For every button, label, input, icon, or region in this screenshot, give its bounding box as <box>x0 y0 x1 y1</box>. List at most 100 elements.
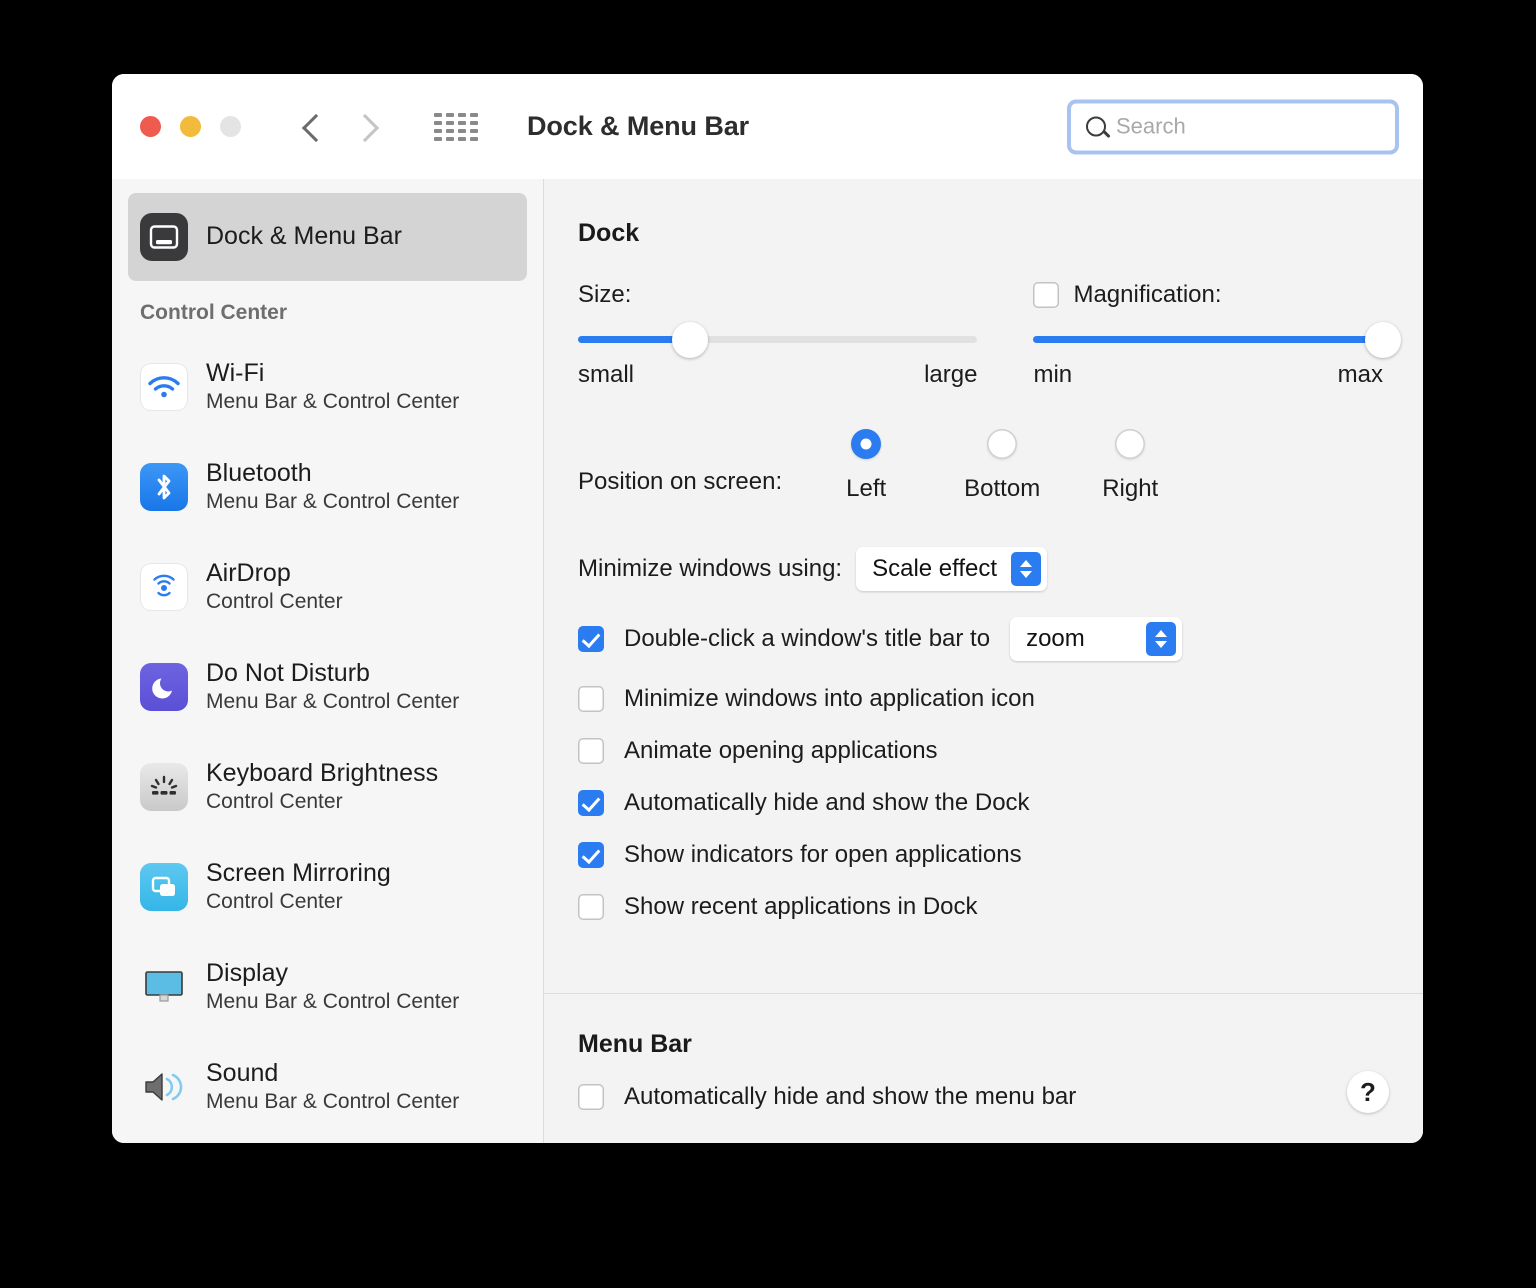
chevron-updown-icon[interactable] <box>1146 622 1176 656</box>
sidebar-item-subtitle: Menu Bar & Control Center <box>206 690 459 715</box>
search-input[interactable] <box>1116 114 1395 140</box>
sidebar-item-dock-menu-bar[interactable]: Dock & Menu Bar <box>128 193 527 281</box>
dock-magnification-slider[interactable] <box>1033 336 1383 343</box>
dock-size-slider-group: Size: small large <box>578 272 977 389</box>
sidebar-item-label: Bluetooth <box>206 459 459 489</box>
minimize-effect-value: Scale effect <box>872 555 997 583</box>
position-option-left[interactable]: Left <box>846 429 886 503</box>
position-option-right[interactable]: Right <box>1102 429 1158 503</box>
page-title: Dock & Menu Bar <box>527 111 749 142</box>
sidebar-item-label: Dock & Menu Bar <box>206 222 402 252</box>
back-arrow-icon[interactable] <box>303 109 325 145</box>
sidebar-item-subtitle: Control Center <box>206 590 343 615</box>
sidebar-item-display[interactable]: Display Menu Bar & Control Center <box>128 937 527 1037</box>
sidebar-item-do-not-disturb[interactable]: Do Not Disturb Menu Bar & Control Center <box>128 637 527 737</box>
checkbox-label: Minimize windows into application icon <box>624 685 1035 713</box>
magnification-checkbox[interactable] <box>1033 282 1059 308</box>
moon-icon <box>140 663 188 711</box>
sidebar-item-keyboard-brightness[interactable]: Keyboard Brightness Control Center <box>128 737 527 837</box>
airdrop-icon <box>140 563 188 611</box>
checkbox-label: Automatically hide and show the Dock <box>624 789 1030 817</box>
checkbox-row: Minimize windows into application icon <box>578 685 1383 713</box>
menu-bar-auto-hide-row: Automatically hide and show the menu bar <box>578 1083 1383 1111</box>
minimize-effect-popup[interactable]: Scale effect <box>856 547 1047 591</box>
close-button[interactable] <box>140 116 161 137</box>
sidebar-item-label: Display <box>206 959 459 989</box>
double-click-checkbox[interactable] <box>578 626 604 652</box>
animate-opening-checkbox[interactable] <box>578 738 604 764</box>
radio-left-label: Left <box>846 475 886 503</box>
position-on-screen-group: Position on screen: Left Bottom Right <box>578 429 1383 503</box>
dock-magnification-group: Magnification: min max <box>1033 272 1383 389</box>
sidebar-item-label: Wi-Fi <box>206 359 459 389</box>
content-pane: Dock Size: small large <box>544 179 1423 1143</box>
sound-icon <box>140 1063 188 1111</box>
help-button[interactable]: ? <box>1347 1071 1389 1113</box>
wifi-icon <box>140 363 188 411</box>
menu-bar-section: Menu Bar Automatically hide and show the… <box>544 993 1423 1143</box>
bluetooth-icon <box>140 463 188 511</box>
magnification-max-label: max <box>1338 361 1383 389</box>
forward-arrow-icon[interactable] <box>355 109 377 145</box>
dock-menu-bar-icon <box>140 213 188 261</box>
radio-bottom-label: Bottom <box>964 475 1040 503</box>
sidebar-item-wifi[interactable]: Wi-Fi Menu Bar & Control Center <box>128 337 527 437</box>
magnification-min-label: min <box>1033 361 1072 389</box>
double-click-value: zoom <box>1026 625 1085 653</box>
navigation-buttons <box>303 109 377 145</box>
checkbox-row: Animate opening applications <box>578 737 1383 765</box>
auto-hide-menu-bar-label: Automatically hide and show the menu bar <box>624 1083 1076 1111</box>
sidebar-item-label: Do Not Disturb <box>206 659 459 689</box>
radio-bottom[interactable] <box>987 429 1017 459</box>
checkbox-row: Automatically hide and show the Dock <box>578 789 1383 817</box>
dock-size-slider-thumb[interactable] <box>672 322 708 358</box>
sidebar-item-subtitle: Menu Bar & Control Center <box>206 490 459 515</box>
chevron-updown-icon[interactable] <box>1011 552 1041 586</box>
display-icon <box>140 963 188 1011</box>
sidebar-item-bluetooth[interactable]: Bluetooth Menu Bar & Control Center <box>128 437 527 537</box>
dock-size-slider[interactable] <box>578 336 977 343</box>
sidebar-item-label: Sound <box>206 1059 459 1089</box>
dock-magnification-slider-thumb[interactable] <box>1365 322 1401 358</box>
sidebar-item-screen-mirroring[interactable]: Screen Mirroring Control Center <box>128 837 527 937</box>
window-toolbar: Dock & Menu Bar <box>112 74 1423 179</box>
sidebar-item-airdrop[interactable]: AirDrop Control Center <box>128 537 527 637</box>
show-recent-apps-checkbox[interactable] <box>578 894 604 920</box>
dock-size-label: Size: <box>578 281 631 309</box>
sidebar-item-subtitle: Menu Bar & Control Center <box>206 390 459 415</box>
screen-mirroring-icon <box>140 863 188 911</box>
checkbox-row: Show indicators for open applications <box>578 841 1383 869</box>
magnification-label: Magnification: <box>1073 281 1221 309</box>
search-icon <box>1086 117 1106 137</box>
dock-section: Dock Size: small large <box>544 179 1423 993</box>
sidebar-item-label: AirDrop <box>206 559 343 589</box>
double-click-label: Double-click a window's title bar to <box>624 625 990 653</box>
system-preferences-window: Dock & Menu Bar Dock & Menu Bar Control … <box>112 74 1423 1143</box>
checkbox-row: Show recent applications in Dock <box>578 893 1383 921</box>
position-option-bottom[interactable]: Bottom <box>964 429 1040 503</box>
sidebar-item-sound[interactable]: Sound Menu Bar & Control Center <box>128 1037 527 1137</box>
menu-bar-section-title: Menu Bar <box>578 1030 1383 1059</box>
position-on-screen-label: Position on screen: <box>578 468 782 496</box>
sidebar-item-subtitle: Menu Bar & Control Center <box>206 990 459 1015</box>
minimize-into-icon-checkbox[interactable] <box>578 686 604 712</box>
radio-right[interactable] <box>1115 429 1145 459</box>
sidebar-group-label: Control Center <box>128 281 527 337</box>
checkbox-label: Show recent applications in Dock <box>624 893 978 921</box>
minimize-effect-row: Minimize windows using: Scale effect <box>578 547 1383 591</box>
radio-left[interactable] <box>851 429 881 459</box>
auto-hide-dock-checkbox[interactable] <box>578 790 604 816</box>
zoom-button[interactable] <box>220 116 241 137</box>
auto-hide-menu-bar-checkbox[interactable] <box>578 1084 604 1110</box>
show-indicators-checkbox[interactable] <box>578 842 604 868</box>
search-field[interactable] <box>1067 99 1399 154</box>
sidebar-item-label: Keyboard Brightness <box>206 759 438 789</box>
sidebar-item-subtitle: Control Center <box>206 890 391 915</box>
show-all-grid-icon[interactable] <box>433 109 479 145</box>
minimize-button[interactable] <box>180 116 201 137</box>
dock-section-title: Dock <box>578 219 1383 248</box>
traffic-lights <box>140 116 241 137</box>
double-click-popup[interactable]: zoom <box>1010 617 1182 661</box>
dock-size-max-label: large <box>924 361 977 389</box>
dock-size-min-label: small <box>578 361 634 389</box>
